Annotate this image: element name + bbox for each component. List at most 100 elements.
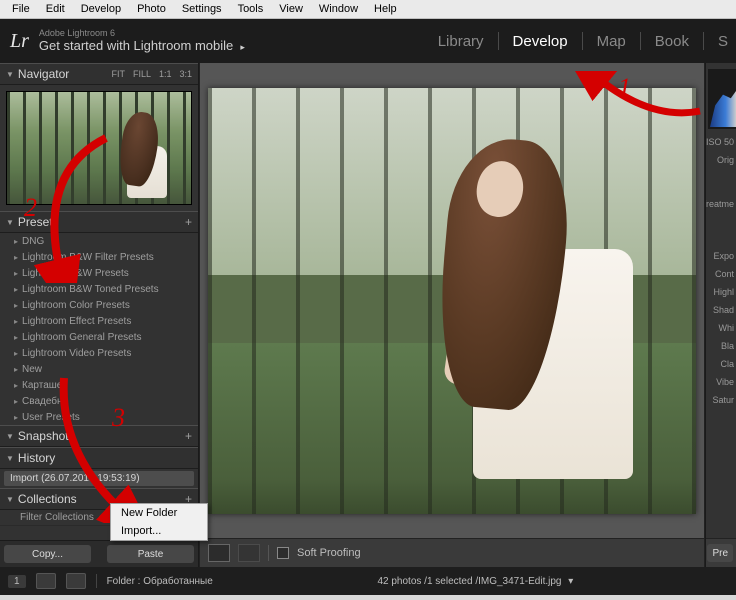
chevron-down-icon[interactable]: ▾ xyxy=(568,576,573,587)
preset-label: Lightroom B&W Presets xyxy=(22,268,129,279)
panel-presets-header[interactable]: ▼ Presets + xyxy=(0,211,198,233)
basic-slider-label: Whi xyxy=(719,323,736,333)
nav-mode-fit[interactable]: FIT xyxy=(111,69,125,79)
context-new-folder[interactable]: New Folder xyxy=(111,504,207,522)
app-header: Lr Adobe Lightroom 6 Get started with Li… xyxy=(0,19,736,63)
preset-folder[interactable]: ▸ Lightroom B&W Presets xyxy=(0,265,198,281)
soft-proofing-label: Soft Proofing xyxy=(297,547,361,559)
module-sep xyxy=(703,32,704,50)
folder-path-label[interactable]: Folder : Обработанные xyxy=(107,576,213,587)
menu-settings[interactable]: Settings xyxy=(174,2,230,16)
chevron-right-icon: ▸ xyxy=(14,333,18,342)
filmstrip-header: 1 Folder : Обработанные 42 photos /1 sel… xyxy=(0,567,736,595)
module-library[interactable]: Library xyxy=(438,33,484,50)
before-after-button[interactable] xyxy=(238,544,260,562)
module-more[interactable]: S xyxy=(718,33,728,50)
module-sep xyxy=(582,32,583,50)
preview-subject xyxy=(107,110,171,200)
paste-settings-button[interactable]: Paste xyxy=(107,545,194,563)
grid-view-icon[interactable] xyxy=(36,573,56,589)
menu-file[interactable]: File xyxy=(4,2,38,16)
identity-plate[interactable]: Adobe Lightroom 6 Get started with Light… xyxy=(39,29,245,53)
preset-label: Lightroom Effect Presets xyxy=(22,316,131,327)
preset-label: Lightroom Video Presets xyxy=(22,348,131,359)
module-map[interactable]: Map xyxy=(597,33,626,50)
module-book[interactable]: Book xyxy=(655,33,689,50)
preset-folder[interactable]: ▸ Lightroom General Presets xyxy=(0,329,198,345)
chevron-right-icon: ▸ xyxy=(14,285,18,294)
chevron-right-icon: ▸ xyxy=(14,381,18,390)
previous-button[interactable]: Pre xyxy=(707,544,733,562)
chevron-right-icon: ▸ xyxy=(14,397,18,406)
preset-folder[interactable]: ▸ Lightroom B&W Toned Presets xyxy=(0,281,198,297)
copy-paste-bar: Copy... Paste xyxy=(0,540,198,567)
history-step[interactable]: Import (26.07.2019 19:53:19) xyxy=(4,471,194,486)
chevron-right-icon: ▸ xyxy=(14,413,18,422)
preset-label: User Presets xyxy=(22,412,80,423)
histogram[interactable] xyxy=(708,69,736,129)
left-panel: ▼ Navigator FIT FILL 1:1 3:1 ▼ Presets +… xyxy=(0,63,199,567)
preset-label: Lightroom B&W Toned Presets xyxy=(22,284,159,295)
nav-mode-fill[interactable]: FILL xyxy=(133,69,151,79)
menu-window[interactable]: Window xyxy=(311,2,366,16)
preset-label: Свадебне xyxy=(22,396,68,407)
context-import[interactable]: Import... xyxy=(111,522,207,540)
iso-label: ISO 50 xyxy=(706,137,736,147)
treatment-label: Treatme xyxy=(705,199,736,209)
add-snapshot-icon[interactable]: + xyxy=(185,429,192,443)
preset-folder[interactable]: ▸Lightroom Effect Presets xyxy=(0,313,198,329)
panel-snapshots-header[interactable]: ▼ Snapshots + xyxy=(0,425,198,447)
panel-snapshots-title: Snapshots xyxy=(18,429,185,443)
basic-slider-label: Satur xyxy=(712,395,736,405)
main-photo[interactable] xyxy=(208,88,696,514)
menu-develop[interactable]: Develop xyxy=(73,2,129,16)
right-panel: ISO 50 Orig Treatme Expo Cont Highl Shad… xyxy=(705,63,736,567)
image-canvas-area xyxy=(200,63,704,538)
nav-mode-3to1[interactable]: 3:1 xyxy=(179,69,192,79)
second-window-icon[interactable] xyxy=(66,573,86,589)
panel-navigator-header[interactable]: ▼ Navigator FIT FILL 1:1 3:1 xyxy=(0,63,198,85)
preset-folder[interactable]: ▸Карташев xyxy=(0,377,198,393)
menu-view[interactable]: View xyxy=(271,2,311,16)
disclosure-triangle-icon: ▼ xyxy=(6,432,14,441)
preset-folder[interactable]: ▸ User Presets xyxy=(0,409,198,425)
soft-proofing-checkbox[interactable] xyxy=(277,547,289,559)
panel-history-header[interactable]: ▼ History xyxy=(0,447,198,469)
preset-label: Lightroom General Presets xyxy=(22,332,142,343)
basic-slider-label: Shad xyxy=(713,305,736,315)
loupe-view-button[interactable] xyxy=(208,544,230,562)
loupe-toolbar: Soft Proofing xyxy=(200,538,704,567)
basic-slider-label: Vibe xyxy=(716,377,736,387)
presets-context-menu: New Folder Import... xyxy=(110,503,208,541)
copy-settings-button[interactable]: Copy... xyxy=(4,545,91,563)
preset-label: New xyxy=(22,364,42,375)
module-picker: Library Develop Map Book S xyxy=(438,19,728,63)
preset-folder[interactable]: ▸DNG xyxy=(0,233,198,249)
chevron-right-icon: ▸ xyxy=(14,269,18,278)
menu-edit[interactable]: Edit xyxy=(38,2,73,16)
add-preset-icon[interactable]: + xyxy=(185,215,192,229)
nav-mode-1to1[interactable]: 1:1 xyxy=(159,69,172,79)
photo-subject xyxy=(403,139,633,499)
right-toolbar: Pre xyxy=(705,538,736,567)
basic-slider-label: Cont xyxy=(715,269,736,279)
lightroom-logo: Lr xyxy=(10,30,29,53)
disclosure-triangle-icon: ▼ xyxy=(6,70,14,79)
preset-folder[interactable]: ▸ New xyxy=(0,361,198,377)
panel-history-title: History xyxy=(18,451,192,465)
presets-list: ▸DNG ▸Lightroom B&W Filter Presets ▸Ligh… xyxy=(0,233,198,425)
navigator-preview[interactable] xyxy=(6,91,192,205)
preset-folder[interactable]: ▸ Свадебне xyxy=(0,393,198,409)
preset-folder[interactable]: ▸Lightroom B&W Filter Presets xyxy=(0,249,198,265)
preset-folder[interactable]: ▸Lightroom Color Presets xyxy=(0,297,198,313)
basic-slider-label: Cla xyxy=(720,359,736,369)
menu-help[interactable]: Help xyxy=(366,2,405,16)
preset-label: DNG xyxy=(22,236,44,247)
menu-tools[interactable]: Tools xyxy=(230,2,272,16)
menu-photo[interactable]: Photo xyxy=(129,2,174,16)
preset-label: Lightroom Color Presets xyxy=(22,300,130,311)
preset-folder[interactable]: ▸Lightroom Video Presets xyxy=(0,345,198,361)
panel-presets-title: Presets xyxy=(18,215,185,229)
chevron-right-icon: ▸ xyxy=(14,365,18,374)
module-develop[interactable]: Develop xyxy=(513,33,568,50)
